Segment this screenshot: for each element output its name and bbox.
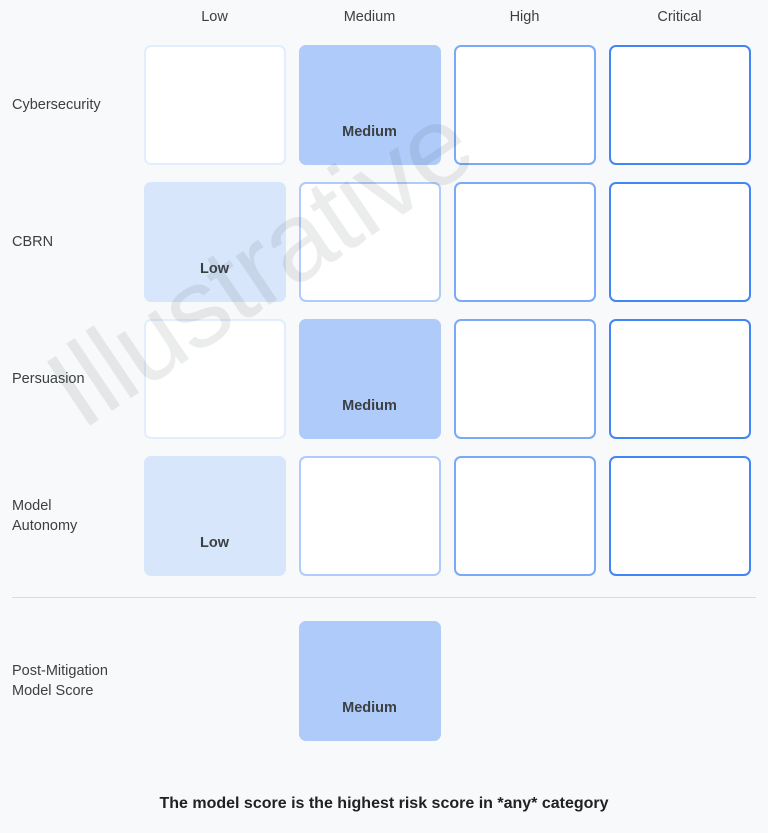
cell-slot	[447, 45, 602, 165]
table-row: Persuasion Medium	[0, 319, 768, 439]
risk-matrix-figure: Illustrative Low Medium High Critical Cy…	[0, 0, 768, 833]
cell-persuasion-medium[interactable]: Medium	[298, 319, 441, 439]
cell-model-autonomy-high[interactable]	[453, 456, 596, 576]
cell-label: Medium	[342, 398, 397, 414]
cell-slot	[602, 319, 757, 439]
row-cells: Low	[137, 456, 757, 576]
row-cells: Medium	[137, 319, 757, 439]
cell-cybersecurity-high[interactable]	[453, 45, 596, 165]
cell-slot: Medium	[292, 319, 447, 439]
cell-slot: Low	[137, 456, 292, 576]
cell-slot	[137, 45, 292, 165]
row-cells: Medium	[137, 45, 757, 165]
cell-cbrn-critical[interactable]	[608, 182, 751, 302]
column-header-medium: Medium	[343, 9, 396, 25]
column-header-critical: Critical	[657, 9, 702, 25]
cell-slot	[292, 182, 447, 302]
figure-caption: The model score is the highest risk scor…	[159, 795, 609, 812]
row-label-persuasion: Persuasion	[12, 371, 85, 387]
cell-model-autonomy-critical[interactable]	[608, 456, 751, 576]
table-row: Model Autonomy Low	[0, 456, 768, 576]
cell-slot	[137, 319, 292, 439]
row-label-cbrn: CBRN	[12, 234, 54, 250]
cell-slot	[602, 182, 757, 302]
summary-slot-critical	[602, 621, 757, 741]
table-row: CBRN Low	[0, 182, 768, 302]
summary-slot-low	[137, 621, 292, 741]
row-label-cybersecurity: Cybersecurity	[12, 97, 101, 113]
cell-cbrn-low[interactable]: Low	[143, 182, 286, 302]
cell-cbrn-medium[interactable]	[298, 182, 441, 302]
summary-row-label: Post-Mitigation Model Score	[12, 663, 108, 699]
cell-persuasion-low[interactable]	[143, 319, 286, 439]
cell-slot	[447, 182, 602, 302]
risk-grid: Cybersecurity Medium CBRN Low Persuasion…	[0, 45, 768, 593]
table-row: Cybersecurity Medium	[0, 45, 768, 165]
post-mitigation-summary-row: Post-Mitigation Model Score Medium	[0, 621, 768, 741]
column-header-high: High	[509, 9, 540, 25]
cell-model-autonomy-low[interactable]: Low	[143, 456, 286, 576]
row-label-model-autonomy: Model Autonomy	[12, 498, 78, 534]
summary-cell-medium[interactable]: Medium	[298, 621, 441, 741]
row-cells: Low	[137, 182, 757, 302]
cell-cybersecurity-low[interactable]	[143, 45, 286, 165]
cell-slot	[602, 45, 757, 165]
cell-persuasion-high[interactable]	[453, 319, 596, 439]
cell-slot: Medium	[292, 45, 447, 165]
summary-slot-medium: Medium	[292, 621, 447, 741]
cell-label: Low	[200, 261, 229, 277]
cell-slot	[447, 456, 602, 576]
cell-persuasion-critical[interactable]	[608, 319, 751, 439]
cell-model-autonomy-medium[interactable]	[298, 456, 441, 576]
column-header-low: Low	[201, 9, 228, 25]
cell-label: Medium	[342, 700, 397, 716]
summary-slot-high	[447, 621, 602, 741]
cell-slot	[447, 319, 602, 439]
summary-cells: Medium	[137, 621, 757, 741]
cell-cybersecurity-critical[interactable]	[608, 45, 751, 165]
cell-slot: Low	[137, 182, 292, 302]
cell-slot	[602, 456, 757, 576]
column-header-row: Low Medium High Critical	[137, 5, 757, 33]
cell-label: Low	[200, 535, 229, 551]
cell-cbrn-high[interactable]	[453, 182, 596, 302]
section-divider	[12, 597, 756, 598]
cell-slot	[292, 456, 447, 576]
cell-label: Medium	[342, 124, 397, 140]
cell-cybersecurity-medium[interactable]: Medium	[298, 45, 441, 165]
